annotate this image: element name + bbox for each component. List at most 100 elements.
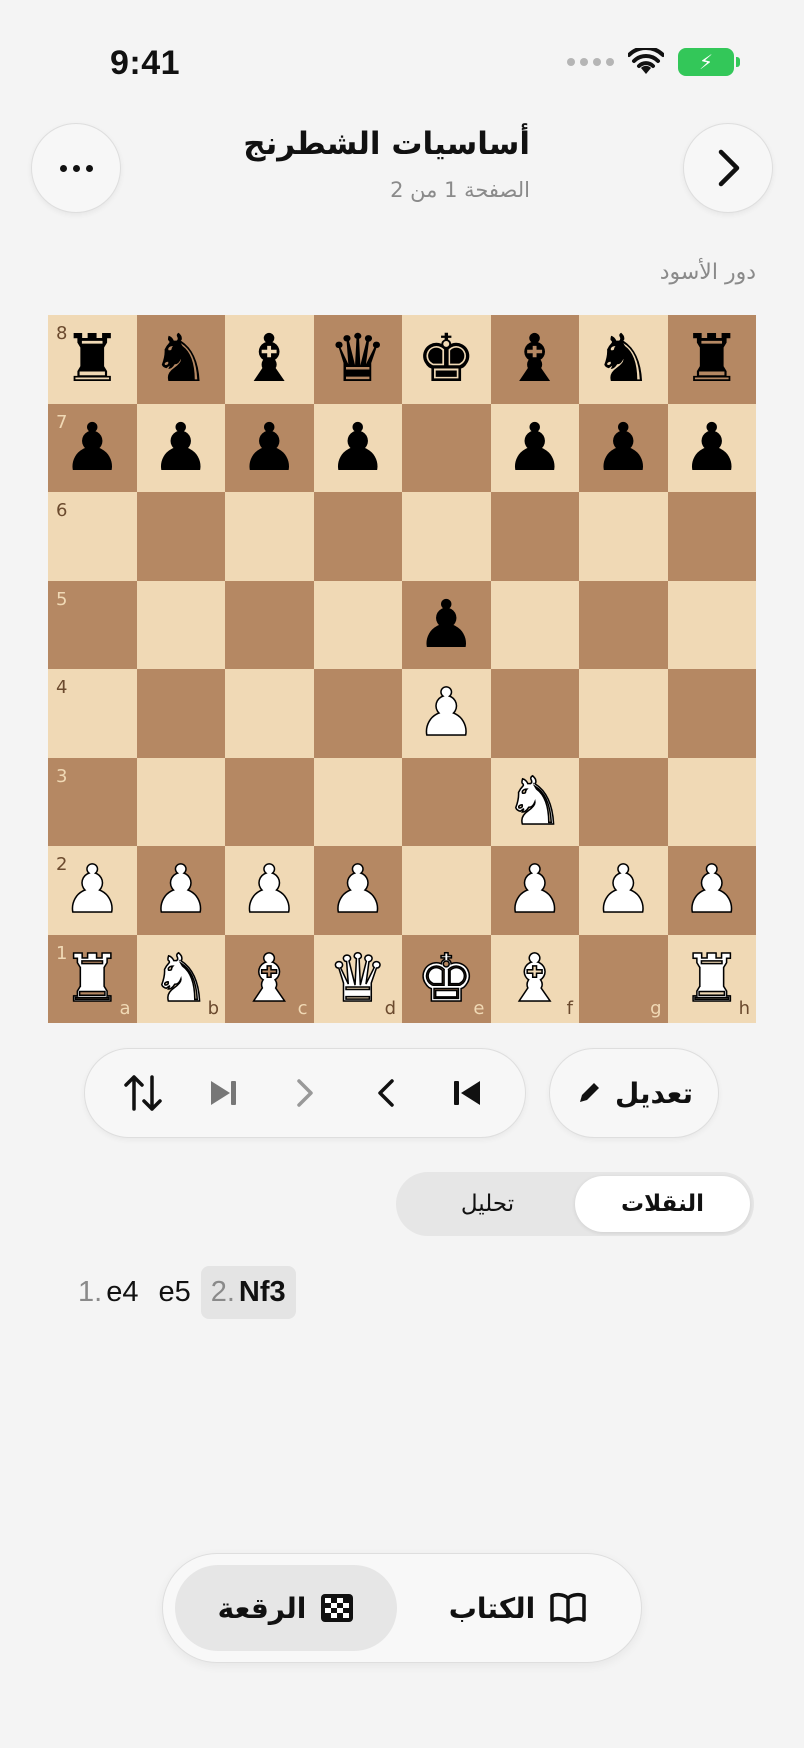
black-pawn-icon[interactable]: ♟: [505, 414, 564, 481]
square-d2[interactable]: ♟: [313, 846, 402, 935]
black-pawn-icon[interactable]: ♟: [417, 591, 476, 658]
square-a5[interactable]: 5: [48, 580, 137, 669]
square-h5[interactable]: [667, 580, 756, 669]
square-a2[interactable]: 2 ♟: [48, 846, 137, 935]
square-e6[interactable]: [402, 492, 491, 581]
white-bishop-icon[interactable]: ♝: [504, 945, 565, 1013]
square-d4[interactable]: [313, 669, 402, 758]
tab-moves[interactable]: النقلات: [575, 1176, 750, 1232]
square-c5[interactable]: [225, 580, 314, 669]
white-pawn-icon[interactable]: ♟: [327, 856, 388, 924]
square-h8[interactable]: ♜: [667, 315, 756, 404]
white-king-icon[interactable]: ♚: [416, 945, 477, 1013]
square-h3[interactable]: [667, 757, 756, 846]
square-a3[interactable]: 3: [48, 757, 137, 846]
square-d8[interactable]: ♛: [313, 315, 402, 404]
square-g7[interactable]: ♟: [579, 403, 668, 492]
square-e3[interactable]: [402, 757, 491, 846]
square-c7[interactable]: ♟: [225, 403, 314, 492]
square-c3[interactable]: [225, 757, 314, 846]
black-bishop-icon[interactable]: ♝: [505, 326, 564, 392]
move-item[interactable]: 2. Nf3: [200, 1266, 296, 1319]
more-options-button[interactable]: [31, 123, 121, 213]
square-a8[interactable]: 8 ♜: [48, 315, 137, 404]
square-f6[interactable]: [490, 492, 579, 581]
square-b6[interactable]: [136, 492, 225, 581]
skip-to-end-button[interactable]: [194, 1063, 254, 1123]
square-c6[interactable]: [225, 492, 314, 581]
white-knight-icon[interactable]: ♞: [150, 945, 211, 1013]
square-b5[interactable]: [136, 580, 225, 669]
square-f3[interactable]: ♞: [490, 757, 579, 846]
chess-board[interactable]: 8 ♜ ♞ ♝ ♛ ♚ ♝ ♞ ♜ 7 ♟ ♟ ♟ ♟ ♟ ♟ ♟ 6 5 ♟ 4 ♟ 3 ♞ 2 ♟ ♟ ♟ ♟ ♟ ♟ ♟ 1 a ♜ b ♞ c ♝ d…: [48, 315, 756, 1023]
square-d3[interactable]: [313, 757, 402, 846]
black-bishop-icon[interactable]: ♝: [240, 326, 299, 392]
square-f4[interactable]: [490, 669, 579, 758]
square-d6[interactable]: [313, 492, 402, 581]
black-pawn-icon[interactable]: ♟: [240, 414, 299, 481]
square-d7[interactable]: ♟: [313, 403, 402, 492]
skip-to-start-button[interactable]: [437, 1063, 497, 1123]
black-rook-icon[interactable]: ♜: [682, 326, 741, 392]
white-rook-icon[interactable]: ♜: [681, 945, 742, 1013]
black-pawn-icon[interactable]: ♟: [594, 414, 653, 481]
square-b7[interactable]: ♟: [136, 403, 225, 492]
square-e2[interactable]: [402, 846, 491, 935]
square-b1[interactable]: b ♞: [136, 934, 225, 1023]
square-e7[interactable]: [402, 403, 491, 492]
tab-book[interactable]: الكتاب: [407, 1565, 629, 1651]
square-e5[interactable]: ♟: [402, 580, 491, 669]
black-pawn-icon[interactable]: ♟: [328, 414, 387, 481]
white-pawn-icon[interactable]: ♟: [593, 856, 654, 924]
square-g5[interactable]: [579, 580, 668, 669]
white-pawn-icon[interactable]: ♟: [239, 856, 300, 924]
square-e4[interactable]: ♟: [402, 669, 491, 758]
square-d5[interactable]: [313, 580, 402, 669]
tab-analysis[interactable]: تحليل: [400, 1176, 575, 1232]
square-f5[interactable]: [490, 580, 579, 669]
square-g8[interactable]: ♞: [579, 315, 668, 404]
black-knight-icon[interactable]: ♞: [594, 326, 653, 392]
edit-button[interactable]: تعديل: [549, 1048, 719, 1138]
square-b4[interactable]: [136, 669, 225, 758]
white-rook-icon[interactable]: ♜: [62, 945, 123, 1013]
square-c1[interactable]: c ♝: [225, 934, 314, 1023]
black-king-icon[interactable]: ♚: [417, 326, 476, 392]
square-c2[interactable]: ♟: [225, 846, 314, 935]
white-queen-icon[interactable]: ♛: [327, 945, 388, 1013]
square-f2[interactable]: ♟: [490, 846, 579, 935]
square-h4[interactable]: [667, 669, 756, 758]
black-pawn-icon[interactable]: ♟: [63, 414, 122, 481]
square-d1[interactable]: d ♛: [313, 934, 402, 1023]
square-b3[interactable]: [136, 757, 225, 846]
square-h6[interactable]: [667, 492, 756, 581]
square-e8[interactable]: ♚: [402, 315, 491, 404]
back-button[interactable]: [356, 1063, 416, 1123]
black-pawn-icon[interactable]: ♟: [682, 414, 741, 481]
flip-board-button[interactable]: [113, 1063, 173, 1123]
white-knight-icon[interactable]: ♞: [504, 768, 565, 836]
move-item[interactable]: e5: [148, 1266, 200, 1319]
move-item[interactable]: 1. e4: [68, 1266, 148, 1319]
square-f7[interactable]: ♟: [490, 403, 579, 492]
square-a4[interactable]: 4: [48, 669, 137, 758]
square-g4[interactable]: [579, 669, 668, 758]
square-f8[interactable]: ♝: [490, 315, 579, 404]
square-h7[interactable]: ♟: [667, 403, 756, 492]
square-f1[interactable]: f ♝: [490, 934, 579, 1023]
square-c4[interactable]: [225, 669, 314, 758]
forward-button[interactable]: [275, 1063, 335, 1123]
white-pawn-icon[interactable]: ♟: [681, 856, 742, 924]
square-e1[interactable]: e ♚: [402, 934, 491, 1023]
white-pawn-icon[interactable]: ♟: [416, 679, 477, 747]
square-a1[interactable]: 1 a ♜: [48, 934, 137, 1023]
square-h1[interactable]: h ♜: [667, 934, 756, 1023]
square-g6[interactable]: [579, 492, 668, 581]
next-page-button[interactable]: [683, 123, 773, 213]
square-b8[interactable]: ♞: [136, 315, 225, 404]
black-queen-icon[interactable]: ♛: [328, 326, 387, 392]
tab-board[interactable]: الرقعة: [175, 1565, 397, 1651]
square-c8[interactable]: ♝: [225, 315, 314, 404]
white-pawn-icon[interactable]: ♟: [504, 856, 565, 924]
square-a7[interactable]: 7 ♟: [48, 403, 137, 492]
